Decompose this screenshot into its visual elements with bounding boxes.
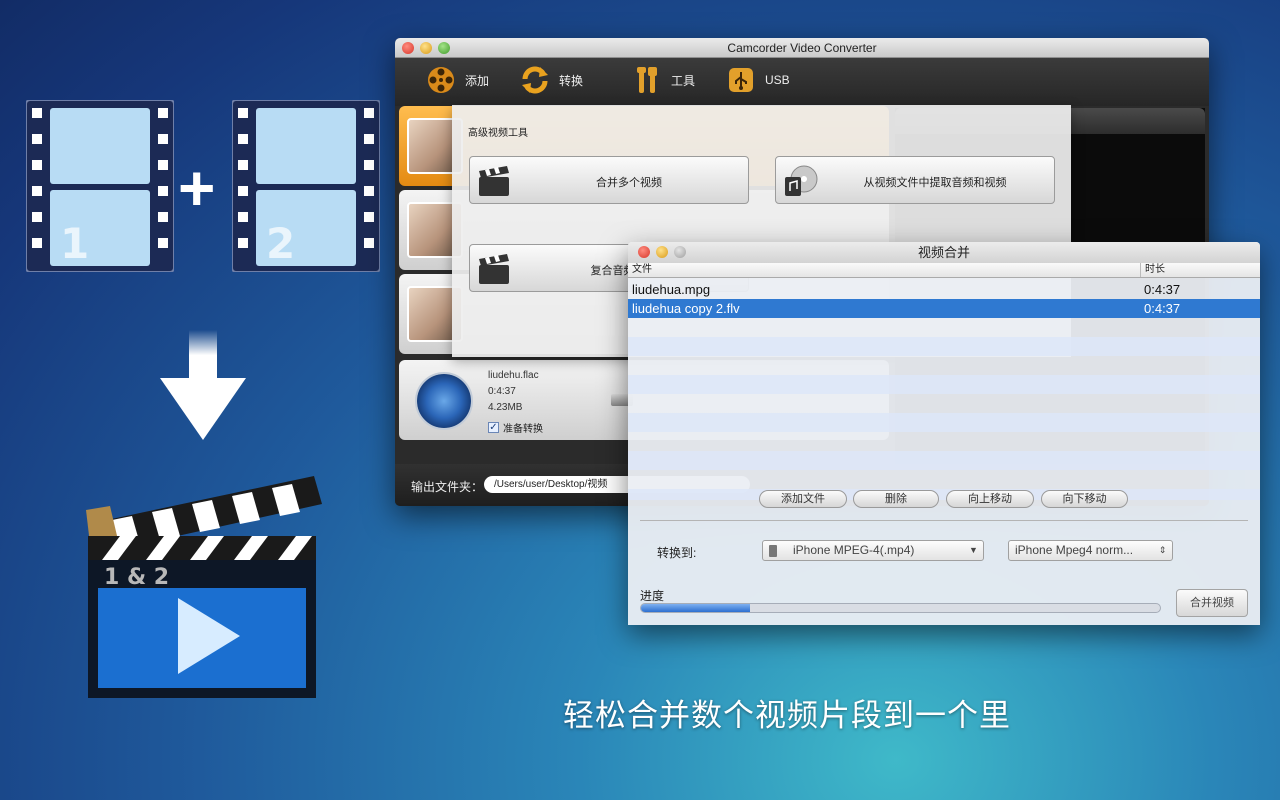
list-item[interactable]: liudehua copy 2.flv 0:4:37: [628, 299, 1260, 318]
usb-button-label: USB: [765, 73, 790, 87]
convert-arrows-icon: [519, 64, 551, 96]
convert-button[interactable]: 转换: [519, 64, 583, 96]
wrench-screwdriver-icon: [631, 64, 663, 96]
empty-row: [628, 337, 1260, 356]
up-down-arrows-icon: ⇕: [1158, 545, 1167, 555]
merge-titlebar: 视频合并: [628, 242, 1260, 263]
extract-audio-video-label: 从视频文件中提取音频和视频: [863, 177, 1007, 189]
file-size: 4.23MB: [488, 402, 523, 413]
format-select-value: iPhone MPEG-4(.mp4): [793, 543, 915, 557]
add-file-button[interactable]: 添加文件: [759, 490, 847, 508]
extract-audio-video-button[interactable]: 从视频文件中提取音频和视频: [775, 156, 1055, 204]
minimize-window-button[interactable]: [420, 42, 432, 54]
convert-button-label: 转换: [559, 73, 584, 88]
merge-video-button[interactable]: 合并视频: [1176, 589, 1248, 617]
film-reel-icon: [425, 64, 457, 96]
column-header-file[interactable]: 文件: [632, 263, 652, 277]
quality-select[interactable]: iPhone Mpeg4 norm... ⇕: [1008, 540, 1173, 561]
clapperboard-icon: [479, 166, 509, 196]
add-button[interactable]: 添加: [425, 64, 489, 96]
list-item[interactable]: liudehua.mpg 0:4:37: [628, 280, 1260, 299]
file-info: liudehu.flac 0:4:37 4.23MB: [488, 368, 539, 416]
clapperboard-icon: 1 & 2: [86, 476, 322, 698]
empty-row: [628, 413, 1260, 432]
empty-row: [628, 451, 1260, 470]
output-folder-label: 输出文件夹：: [411, 480, 484, 494]
device-icon: [769, 545, 777, 557]
svg-text:1: 1: [60, 219, 89, 268]
progress-fill: [641, 604, 750, 612]
format-select[interactable]: iPhone MPEG-4(.mp4) ▼: [762, 540, 984, 561]
divider: [640, 520, 1248, 521]
progress-bar: [640, 603, 1161, 613]
empty-row: [628, 375, 1260, 394]
merge-file-list: liudehua.mpg 0:4:37 liudehua copy 2.flv …: [628, 278, 1260, 500]
list-item-duration: 0:4:37: [1144, 282, 1181, 297]
zoom-dialog-button[interactable]: [674, 246, 686, 258]
zoom-window-button[interactable]: [438, 42, 450, 54]
plus-icon: +: [178, 152, 216, 224]
svg-text:2: 2: [266, 219, 295, 268]
column-header-duration[interactable]: 时长: [1140, 263, 1260, 277]
ready-label: 准备转换: [503, 424, 543, 435]
music-disc-icon: [785, 165, 818, 196]
svg-text:1 & 2: 1 & 2: [104, 565, 169, 590]
usb-icon: [725, 64, 757, 96]
main-window-title: Camcorder Video Converter: [727, 41, 877, 55]
ready-checkbox-row[interactable]: ✓ 准备转换: [488, 420, 543, 435]
convert-to-label: 转换到:: [657, 546, 697, 560]
merge-dialog: 视频合并 文件 时长 liudehua.mpg 0:4:37 liudehua …: [628, 242, 1260, 625]
empty-row: [628, 489, 1260, 500]
merge-videos-label: 合并多个视频: [596, 177, 662, 189]
slogan-text: 轻松合并数个视频片段到一个里: [563, 698, 1011, 734]
minimize-dialog-button[interactable]: [656, 246, 668, 258]
close-window-button[interactable]: [402, 42, 414, 54]
quality-select-value: iPhone Mpeg4 norm...: [1015, 543, 1134, 557]
tools-panel-title: 高级视频工具: [468, 128, 528, 139]
chevron-down-icon: ▼: [969, 545, 978, 555]
clapperboard-icon: [479, 254, 509, 284]
film-strip-1-icon: 1: [26, 100, 174, 272]
merge-dialog-title: 视频合并: [917, 245, 970, 260]
list-item-name: liudehua copy 2.flv: [632, 301, 740, 316]
file-duration: 0:4:37: [488, 386, 516, 397]
tools-button[interactable]: 工具: [631, 64, 695, 96]
move-down-button[interactable]: 向下移动: [1041, 490, 1128, 508]
audio-disc-icon: [415, 372, 473, 430]
file-list-header: 文件 时长: [628, 263, 1260, 278]
add-button-label: 添加: [465, 73, 490, 88]
delete-button[interactable]: 删除: [853, 490, 939, 508]
main-titlebar: Camcorder Video Converter: [395, 38, 1209, 58]
ready-checkbox[interactable]: ✓: [488, 422, 499, 433]
usb-button[interactable]: USB: [725, 64, 790, 96]
down-arrow-icon: [160, 330, 246, 440]
merge-videos-button[interactable]: 合并多个视频: [469, 156, 749, 204]
tools-button-label: 工具: [671, 73, 696, 88]
main-toolbar: 添加 转换 工具 USB: [395, 58, 1209, 106]
progress-label: 进度: [640, 589, 665, 603]
list-item-name: liudehua.mpg: [632, 282, 711, 297]
move-up-button[interactable]: 向上移动: [946, 490, 1034, 508]
film-strip-2-icon: 2: [232, 100, 380, 272]
list-item-duration: 0:4:37: [1144, 301, 1181, 316]
close-dialog-button[interactable]: [638, 246, 650, 258]
file-name: liudehu.flac: [488, 370, 539, 381]
